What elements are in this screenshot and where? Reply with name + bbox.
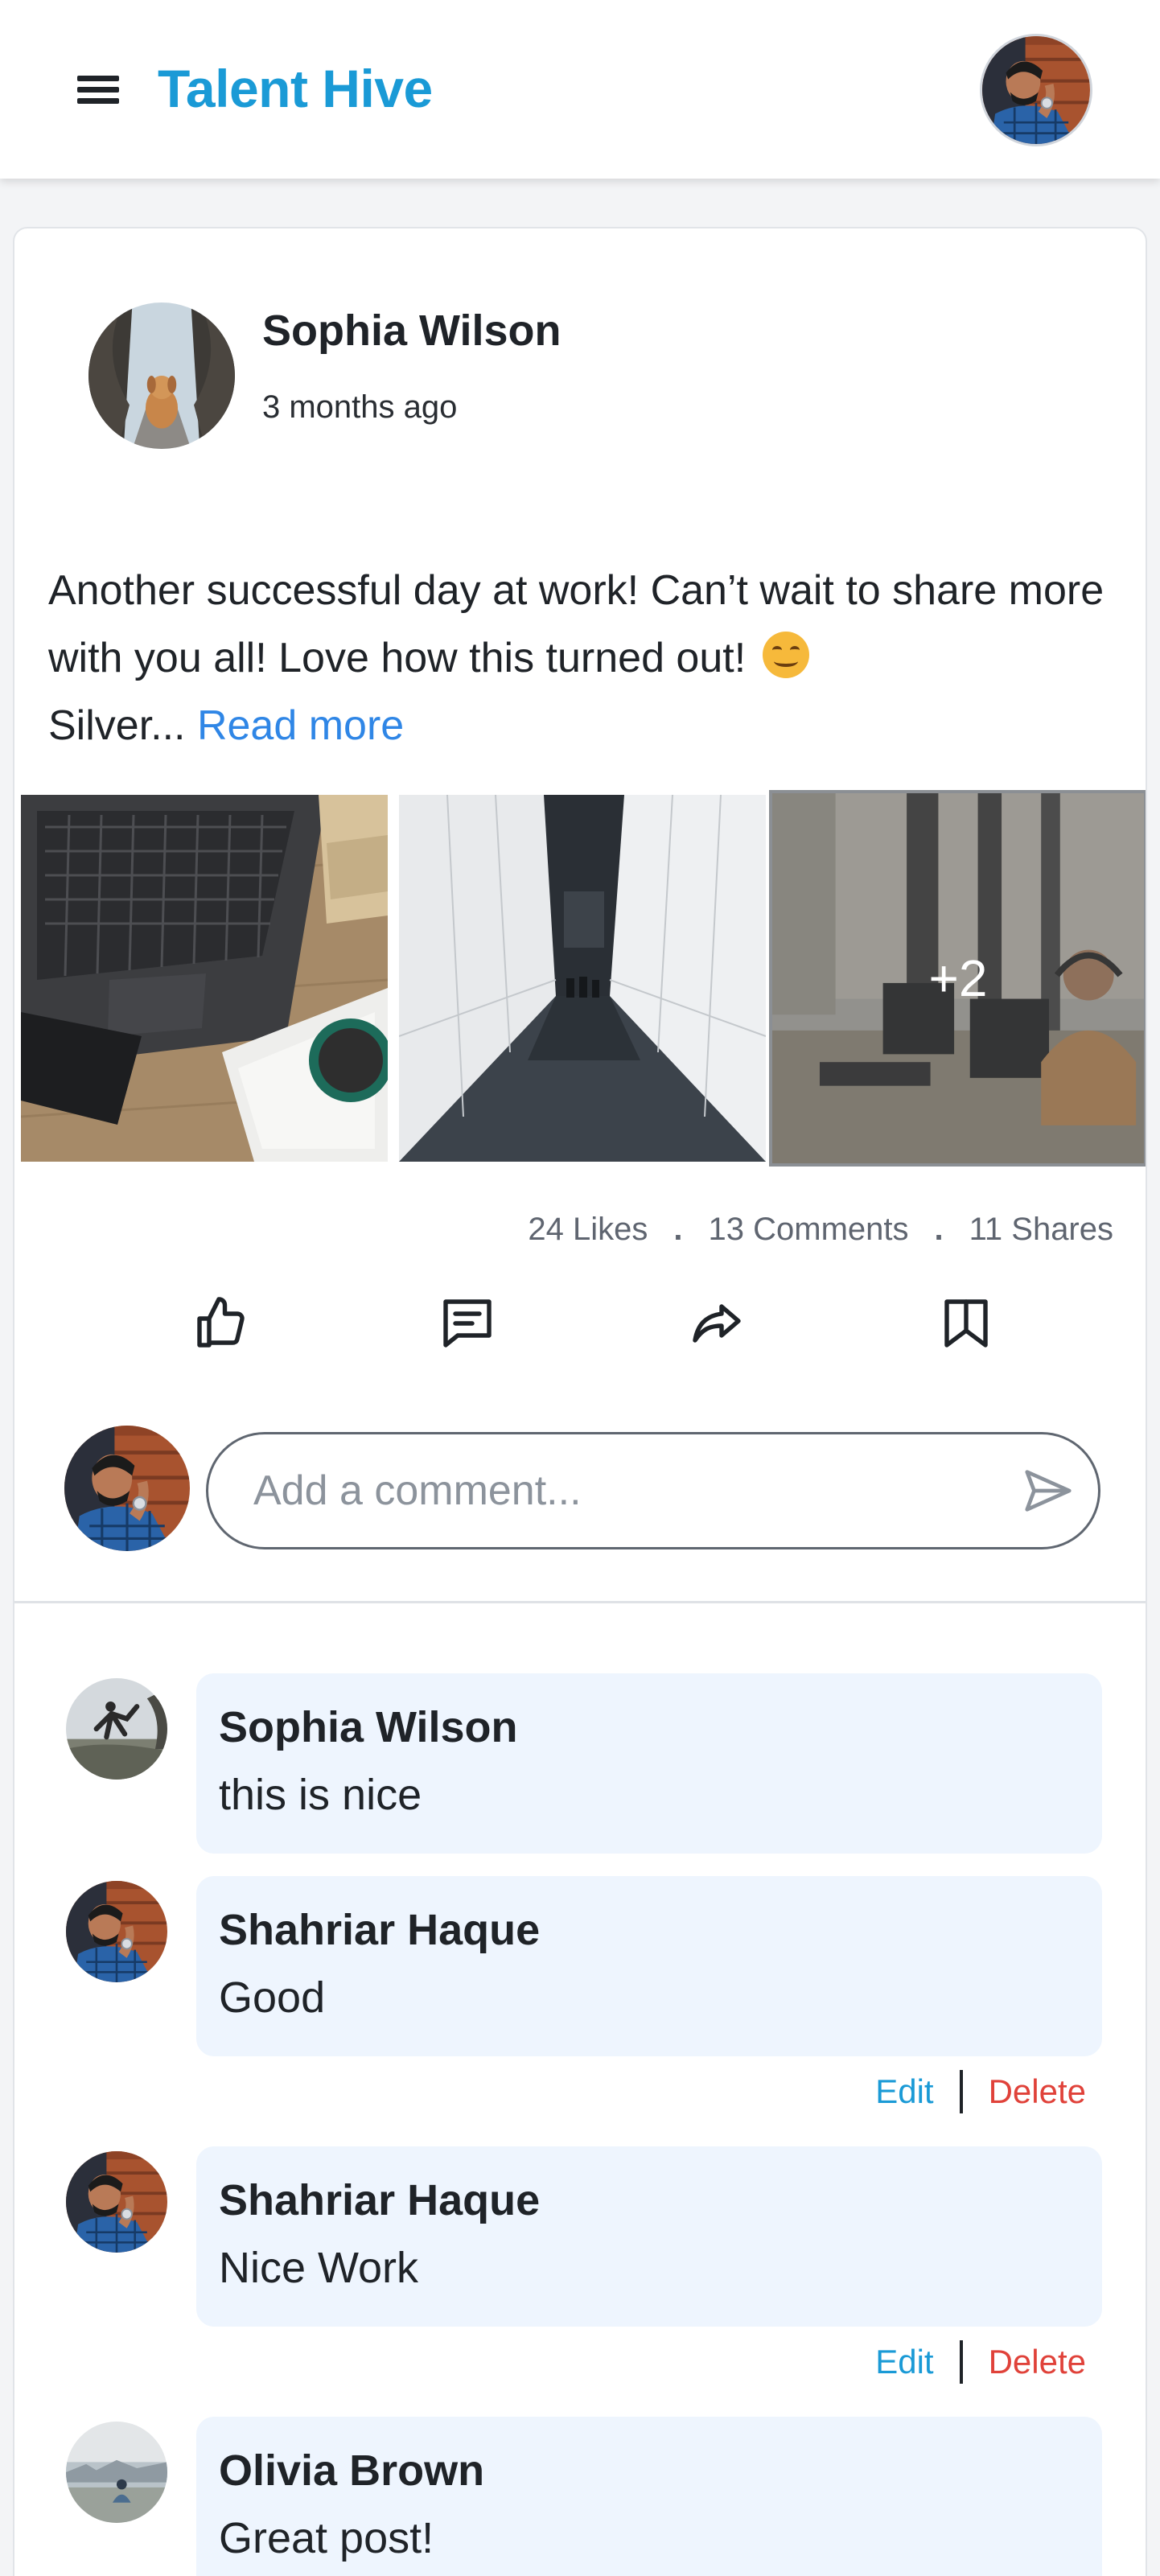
smiling-face-emoji-icon (762, 632, 809, 678)
post-text-tail: Silver... (48, 702, 186, 749)
send-comment-button[interactable] (1018, 1463, 1078, 1519)
delete-comment-button[interactable]: Delete (989, 2072, 1086, 2111)
post-image-office-more[interactable]: +2 (769, 790, 1146, 1167)
comments-count[interactable]: 13 Comments (709, 1212, 909, 1248)
stats-separator: . (673, 1212, 683, 1247)
comment-bubble: Shahriar Haque Nice Work (196, 2146, 1102, 2327)
more-images-overlay[interactable]: +2 (772, 793, 1144, 1163)
comment-text: Good (219, 1973, 326, 2022)
comment-actions: Edit Delete (875, 2068, 1086, 2116)
comment-text: Nice Work (219, 2244, 419, 2292)
author-avatar[interactable] (88, 302, 235, 449)
app-header: Talent Hive (0, 0, 1160, 179)
comment-input[interactable] (206, 1432, 1100, 1549)
actions-separator (959, 2070, 963, 2113)
like-button[interactable] (185, 1287, 257, 1360)
comment-author-name[interactable]: Shahriar Haque (219, 2175, 540, 2225)
comments-divider (14, 1601, 1146, 1603)
comment-button[interactable] (431, 1287, 504, 1360)
actions-separator (959, 2340, 963, 2384)
comment-bubble: Shahriar Haque Good (196, 1876, 1102, 2056)
comment-author-avatar[interactable] (66, 1678, 167, 1780)
comment-author-avatar[interactable] (66, 1881, 167, 1982)
read-more-link[interactable]: Read more (197, 702, 404, 749)
post-image-corridor[interactable] (399, 795, 766, 1162)
author-name[interactable]: Sophia Wilson (262, 306, 561, 356)
hamburger-menu-icon[interactable] (74, 72, 122, 108)
comment-icon (443, 1299, 492, 1348)
post-stats: 24 Likes . 13 Comments . 11 Shares (528, 1212, 1113, 1248)
comment-actions: Edit Delete (875, 2338, 1086, 2386)
post-image-laptop[interactable] (21, 795, 388, 1162)
comment-author-avatar[interactable] (66, 2422, 167, 2523)
send-icon (1025, 1470, 1072, 1512)
post-body: Another successful day at work! Can’t wa… (48, 557, 1118, 759)
shares-count[interactable]: 11 Shares (969, 1212, 1113, 1248)
comment-bubble: Olivia Brown Great post! (196, 2417, 1102, 2576)
comment-text: this is nice (219, 1771, 422, 1819)
edit-comment-button[interactable]: Edit (875, 2072, 933, 2111)
delete-comment-button[interactable]: Delete (989, 2343, 1086, 2381)
likes-count[interactable]: 24 Likes (528, 1212, 648, 1248)
share-icon (693, 1304, 741, 1343)
comment-bubble: Sophia Wilson this is nice (196, 1673, 1102, 1854)
post-actions (14, 1287, 1146, 1360)
save-button[interactable] (930, 1287, 1002, 1360)
bookmark-icon (944, 1299, 988, 1348)
post-text: Another successful day at work! Can’t wa… (48, 567, 1104, 681)
comment-text: Great post! (219, 2514, 434, 2562)
share-button[interactable] (681, 1287, 753, 1360)
edit-comment-button[interactable]: Edit (875, 2343, 933, 2381)
comment-author-avatar[interactable] (66, 2151, 167, 2253)
current-user-avatar (64, 1426, 190, 1551)
app-title[interactable]: Talent Hive (158, 58, 433, 119)
thumbs-up-icon (197, 1297, 245, 1348)
comment-author-name[interactable]: Olivia Brown (219, 2446, 484, 2496)
comment-author-name[interactable]: Sophia Wilson (219, 1702, 518, 1752)
comment-author-name[interactable]: Shahriar Haque (219, 1905, 540, 1955)
post-card: Sophia Wilson 3 months ago Another succe… (13, 227, 1147, 2576)
stats-separator: . (934, 1212, 944, 1247)
user-avatar[interactable] (980, 34, 1092, 146)
post-timestamp: 3 months ago (262, 389, 458, 425)
